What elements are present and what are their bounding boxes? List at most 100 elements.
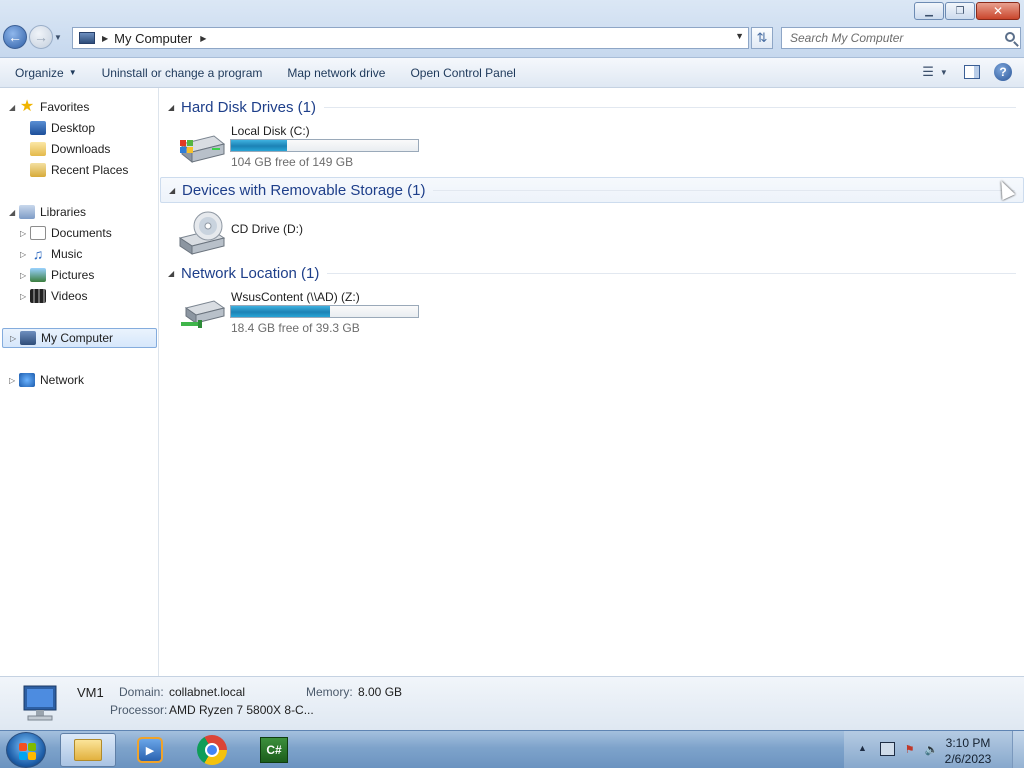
chevron-down-icon: ▼ — [68, 68, 77, 77]
search-icon[interactable] — [1005, 32, 1015, 42]
star-icon: ★ — [19, 98, 35, 115]
forward-button[interactable]: → — [29, 25, 53, 49]
drive-list: ◢ Hard Disk Drives (1) Local Disk (C:) 1… — [160, 88, 1024, 676]
minimize-button[interactable]: ▁ — [914, 2, 944, 20]
media-player-icon: ▶ — [137, 737, 163, 763]
taskbar-chrome[interactable] — [184, 733, 240, 767]
refresh-button[interactable]: ⇅ — [751, 27, 773, 49]
pictures-icon — [30, 268, 46, 282]
drive-name: WsusContent (\\AD) (Z:) — [231, 290, 360, 304]
collapse-group-icon[interactable]: ◢ — [168, 269, 181, 278]
sidebar-item-label: Recent Places — [51, 163, 129, 177]
usage-bar-fill — [231, 306, 331, 317]
address-bar[interactable]: ▶ My Computer ▶ ▼ — [72, 27, 749, 49]
preview-pane-icon[interactable] — [964, 65, 980, 79]
drive-name: CD Drive (D:) — [231, 222, 303, 236]
map-network-drive-button[interactable]: Map network drive — [277, 61, 395, 85]
organize-label: Organize — [15, 65, 64, 80]
collapse-arrow-icon[interactable]: ▷ — [20, 229, 30, 238]
volume-icon[interactable]: 🔈 — [924, 742, 939, 756]
sidebar-item-label: My Computer — [41, 331, 114, 345]
usage-bar — [230, 305, 419, 318]
group-divider — [327, 272, 1016, 274]
computer-name: VM1 — [77, 685, 104, 700]
navigation-buttons: ← → ▼ — [3, 25, 64, 49]
sidebar-item-label: Desktop — [51, 121, 96, 135]
group-title: Hard Disk Drives (1) — [181, 98, 317, 116]
usage-bar-fill — [231, 140, 288, 151]
film-icon — [30, 289, 46, 303]
sidebar-item-favorites[interactable]: ◢ ★ Favorites — [9, 97, 89, 117]
computer-icon — [20, 331, 36, 345]
collapse-group-icon[interactable]: ◢ — [168, 103, 181, 112]
show-desktop-button[interactable] — [1012, 731, 1024, 768]
recent-pages-dropdown[interactable]: ▼ — [54, 33, 64, 42]
drive-network-z[interactable]: WsusContent (\\AD) (Z:) 18.4 GB free of … — [176, 290, 576, 338]
taskbar-explorer[interactable] — [60, 733, 116, 767]
taskbar-csharp-app[interactable]: C# — [246, 733, 302, 767]
drive-name: Local Disk (C:) — [231, 124, 310, 138]
breadcrumb-arrow-icon[interactable]: ▶ — [200, 34, 206, 43]
sidebar-item-downloads[interactable]: Downloads — [30, 139, 110, 159]
network-tray-icon[interactable] — [880, 742, 895, 756]
breadcrumb-my-computer[interactable]: My Computer — [114, 31, 192, 46]
sidebar-item-label: Documents — [51, 226, 112, 240]
libraries-icon — [19, 205, 35, 219]
group-divider — [324, 106, 1016, 108]
close-button[interactable]: ✕ — [976, 2, 1020, 20]
taskbar: ▶ C# ▲ ⚑ 🔈 3:10 PM 2/6/2023 — [0, 730, 1024, 768]
processor-label: Processor: — [110, 703, 168, 717]
drive-free-space: 104 GB free of 149 GB — [231, 155, 354, 169]
back-button[interactable]: ← — [3, 25, 27, 49]
search-input[interactable] — [782, 28, 992, 48]
collapse-arrow-icon[interactable]: ▷ — [20, 271, 30, 280]
show-hidden-icons-button[interactable]: ▲ — [858, 743, 867, 753]
window-controls: ▁ ❐ ✕ — [914, 2, 1020, 20]
group-hard-disk-drives[interactable]: ◢ Hard Disk Drives (1) — [160, 94, 1024, 120]
csharp-icon: C# — [260, 737, 288, 763]
group-removable-storage[interactable]: ◢ Devices with Removable Storage (1) — [160, 177, 1024, 203]
collapse-arrow-icon[interactable]: ▷ — [10, 334, 20, 343]
search-box[interactable] — [781, 27, 1021, 49]
expand-arrow-icon[interactable]: ◢ — [9, 208, 19, 217]
system-tray: ▲ ⚑ 🔈 3:10 PM 2/6/2023 — [844, 731, 1024, 768]
start-button[interactable] — [6, 732, 46, 768]
uninstall-program-button[interactable]: Uninstall or change a program — [92, 61, 273, 85]
details-pane: VM1 Domain: collabnet.local Memory: 8.00… — [0, 676, 1024, 730]
open-control-panel-button[interactable]: Open Control Panel — [400, 61, 525, 85]
address-dropdown-icon[interactable]: ▼ — [735, 31, 744, 41]
action-center-icon[interactable]: ⚑ — [902, 742, 917, 756]
breadcrumb-arrow-icon[interactable]: ▶ — [102, 34, 108, 43]
sidebar-item-my-computer[interactable]: ▷ My Computer — [2, 328, 157, 348]
taskbar-media-player[interactable]: ▶ — [122, 733, 178, 767]
clock[interactable]: 3:10 PM 2/6/2023 — [938, 735, 998, 767]
help-icon[interactable]: ? — [994, 63, 1012, 81]
change-view-button[interactable]: ☰ ▼ — [920, 61, 950, 83]
group-network-location[interactable]: ◢ Network Location (1) — [160, 260, 1024, 286]
expand-arrow-icon[interactable]: ◢ — [9, 103, 19, 112]
domain-label: Domain: — [119, 685, 164, 699]
sidebar-item-desktop[interactable]: Desktop — [30, 118, 95, 138]
sidebar-item-videos[interactable]: ▷ Videos — [20, 286, 87, 306]
sidebar-item-recent-places[interactable]: Recent Places — [30, 160, 128, 180]
computer-monitor-icon — [23, 685, 57, 721]
title-bar: ▁ ❐ ✕ ← → ▼ ▶ My Computer ▶ ▼ ⇅ — [0, 0, 1024, 58]
sidebar-item-music[interactable]: ▷ ♫ Music — [20, 244, 82, 264]
sidebar-item-label: Videos — [51, 289, 88, 303]
organize-menu[interactable]: Organize ▼ — [5, 61, 87, 85]
drive-local-disk-c[interactable]: Local Disk (C:) 104 GB free of 149 GB — [176, 124, 576, 172]
sidebar-item-label: Pictures — [51, 268, 95, 282]
sidebar-item-network[interactable]: ▷ Network — [9, 370, 84, 390]
group-title: Devices with Removable Storage (1) — [182, 181, 426, 199]
sidebar-item-documents[interactable]: ▷ Documents — [20, 223, 112, 243]
collapse-group-icon[interactable]: ◢ — [169, 186, 182, 195]
sidebar-item-pictures[interactable]: ▷ Pictures — [20, 265, 94, 285]
maximize-button[interactable]: ❐ — [945, 2, 975, 20]
collapse-arrow-icon[interactable]: ▷ — [9, 376, 19, 385]
collapse-arrow-icon[interactable]: ▷ — [20, 292, 30, 301]
usage-bar — [230, 139, 419, 152]
sidebar-item-libraries[interactable]: ◢ Libraries — [9, 202, 86, 222]
folder-icon — [74, 739, 102, 761]
domain-value: collabnet.local — [169, 685, 246, 699]
collapse-arrow-icon[interactable]: ▷ — [20, 250, 30, 259]
